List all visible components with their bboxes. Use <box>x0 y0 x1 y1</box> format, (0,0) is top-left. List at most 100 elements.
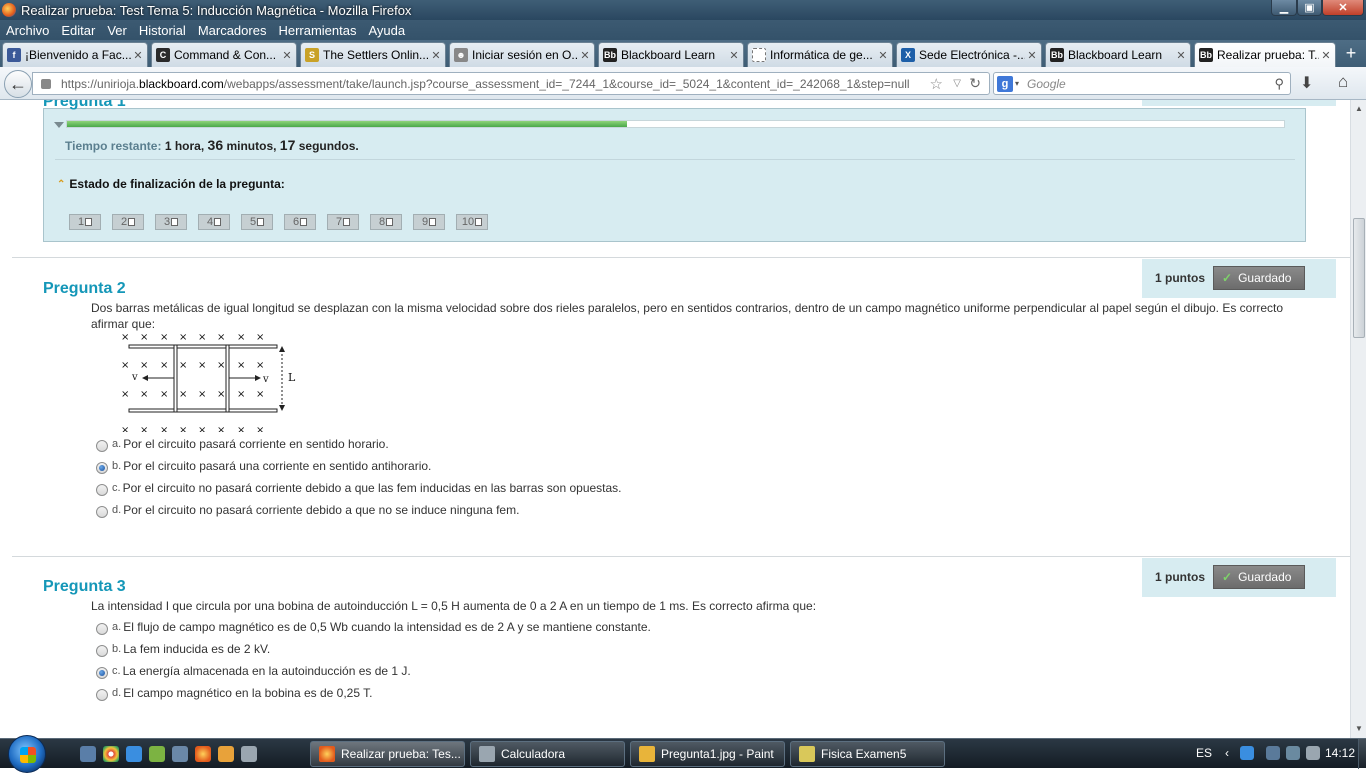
tab-9-active[interactable]: Bb Realizar prueba: T... ✕ <box>1194 42 1336 67</box>
collapse-icon[interactable] <box>54 122 64 128</box>
question-nav-2[interactable]: 2 <box>112 214 144 230</box>
volume-icon[interactable] <box>1306 746 1320 760</box>
radio-button-selected[interactable] <box>96 462 108 474</box>
media-player-icon[interactable] <box>218 746 234 762</box>
question-2-option-c[interactable]: c. Por el circuito no pasará corriente d… <box>96 480 622 496</box>
user-icon: ☻ <box>454 48 468 62</box>
home-icon[interactable]: ⌂ <box>1338 72 1348 92</box>
new-tab-button[interactable]: + <box>1338 42 1364 64</box>
tab-7[interactable]: X Sede Electrónica -... ✕ <box>896 42 1042 67</box>
tab-2[interactable]: C Command & Con... ✕ <box>151 42 297 67</box>
menu-archivo[interactable]: Archivo <box>6 23 49 38</box>
tab-3[interactable]: S The Settlers Onlin... ✕ <box>300 42 446 67</box>
search-bar[interactable]: g ▾ Google ⚲ <box>993 72 1291 95</box>
question-3-option-a[interactable]: a. El flujo de campo magnético es de 0,5… <box>96 619 651 635</box>
question-nav-7[interactable]: 7 <box>327 214 359 230</box>
scrollbar-thumb[interactable] <box>1353 218 1365 338</box>
firefox-icon[interactable] <box>195 746 211 762</box>
question-3-option-d[interactable]: d. El campo magnético en la bobina es de… <box>96 685 372 701</box>
bookmark-star-icon[interactable]: ☆ <box>930 75 943 93</box>
menu-historial[interactable]: Historial <box>139 23 186 38</box>
maximize-button[interactable]: ▣ <box>1297 0 1322 16</box>
question-nav-10[interactable]: 10 <box>456 214 488 230</box>
tab-5[interactable]: Bb Blackboard Learn ✕ <box>598 42 744 67</box>
timer-hours-unit: hora, <box>174 139 205 153</box>
taskbar-item-firefox[interactable]: Realizar prueba: Tes... <box>310 741 465 767</box>
question-nav-1[interactable]: 1 <box>69 214 101 230</box>
internet-explorer-icon[interactable] <box>126 746 142 762</box>
scroll-up-icon[interactable]: ▲ <box>1355 104 1363 113</box>
show-desktop-button[interactable] <box>1358 739 1366 769</box>
start-button[interactable] <box>8 735 46 773</box>
command-conquer-icon: C <box>156 48 170 62</box>
question-nav-4[interactable]: 4 <box>198 214 230 230</box>
tab-label: The Settlers Onlin... <box>323 48 429 62</box>
network-icon[interactable] <box>1286 746 1300 760</box>
menu-ayuda[interactable]: Ayuda <box>368 23 405 38</box>
tab-close-icon[interactable]: ✕ <box>1174 49 1188 62</box>
tab-close-icon[interactable]: ✕ <box>876 49 890 62</box>
action-center-icon[interactable] <box>1266 746 1280 760</box>
url-bar[interactable]: https://unirioja. blackboard.com/webapps/… <box>32 72 990 95</box>
taskbar-item-calculadora[interactable]: Calculadora <box>470 741 625 767</box>
tab-close-icon[interactable]: ✕ <box>727 49 741 62</box>
google-icon[interactable]: g <box>997 75 1013 92</box>
radio-button[interactable] <box>96 645 108 657</box>
question-nav-5[interactable]: 5 <box>241 214 273 230</box>
taskbar-item-fisica[interactable]: Fisica Examen5 <box>790 741 945 767</box>
tray-expand-icon[interactable]: ‹ <box>1225 746 1229 760</box>
tab-close-icon[interactable]: ✕ <box>280 49 294 62</box>
taskbar-item-paint[interactable]: Pregunta1.jpg - Paint <box>630 741 785 767</box>
menu-herramientas[interactable]: Herramientas <box>278 23 356 38</box>
radio-button[interactable] <box>96 623 108 635</box>
menu-ver[interactable]: Ver <box>107 23 127 38</box>
expand-icon[interactable]: ⌃ <box>57 179 65 190</box>
radio-button[interactable] <box>96 689 108 701</box>
question-nav-8[interactable]: 8 <box>370 214 402 230</box>
question-2-option-d[interactable]: d. Por el circuito no pasará corriente d… <box>96 502 519 518</box>
vertical-scrollbar[interactable]: ▲ ▼ <box>1350 100 1366 738</box>
language-indicator[interactable]: ES <box>1196 746 1212 760</box>
radio-button-selected[interactable] <box>96 667 108 679</box>
tab-close-icon[interactable]: ✕ <box>429 49 443 62</box>
clock[interactable]: 14:12 <box>1325 746 1355 760</box>
app-icon[interactable] <box>241 746 257 762</box>
scroll-down-icon[interactable]: ▼ <box>1355 724 1363 733</box>
tab-close-icon[interactable]: ✕ <box>578 49 592 62</box>
computer-icon[interactable] <box>172 746 188 762</box>
question-2-option-a[interactable]: a. Por el circuito pasará corriente en s… <box>96 436 389 452</box>
chrome-icon[interactable] <box>103 746 119 762</box>
radio-button[interactable] <box>96 440 108 452</box>
tab-4[interactable]: ☻ Iniciar sesión en O... ✕ <box>449 42 595 67</box>
tab-close-icon[interactable]: ✕ <box>1319 49 1333 62</box>
download-icon[interactable]: ⬇ <box>1300 73 1313 93</box>
question-nav-9[interactable]: 9 <box>413 214 445 230</box>
completion-status-header[interactable]: ⌃ Estado de finalización de la pregunta: <box>57 177 285 191</box>
minimize-button[interactable]: ▁ <box>1271 0 1297 16</box>
question-3-option-c[interactable]: c. La energía almacenada en la autoinduc… <box>96 663 411 679</box>
search-icon[interactable]: ⚲ <box>1274 76 1284 92</box>
question-3-option-b[interactable]: b. La fem inducida es de 2 kV. <box>96 641 270 657</box>
window-titlebar[interactable]: Realizar prueba: Test Tema 5: Inducción … <box>0 0 1366 20</box>
tab-8[interactable]: Bb Blackboard Learn ✕ <box>1045 42 1191 67</box>
question-2-option-b[interactable]: b. Por el circuito pasará una corriente … <box>96 458 431 474</box>
url-dropdown-icon[interactable]: ▽ <box>953 78 961 89</box>
menu-editar[interactable]: Editar <box>61 23 95 38</box>
question-nav-6[interactable]: 6 <box>284 214 316 230</box>
reload-icon[interactable]: ↻ <box>969 75 981 92</box>
radio-button[interactable] <box>96 484 108 496</box>
show-desktop-icon[interactable] <box>80 746 96 762</box>
question-nav-3[interactable]: 3 <box>155 214 187 230</box>
tab-close-icon[interactable]: ✕ <box>1025 49 1039 62</box>
tab-close-icon[interactable]: ✕ <box>131 49 145 62</box>
back-button[interactable]: ← <box>4 70 32 98</box>
field-cross: × <box>256 332 264 343</box>
menu-marcadores[interactable]: Marcadores <box>198 23 267 38</box>
close-window-button[interactable]: ✕ <box>1322 0 1364 16</box>
dropbox-icon[interactable] <box>1240 746 1254 760</box>
search-engine-dropdown-icon[interactable]: ▾ <box>1015 79 1019 88</box>
tab-6[interactable]: Informática de ge... ✕ <box>747 42 893 67</box>
tab-1[interactable]: f ¡Bienvenido a Fac... ✕ <box>2 42 148 67</box>
radio-button[interactable] <box>96 506 108 518</box>
app-icon[interactable] <box>149 746 165 762</box>
